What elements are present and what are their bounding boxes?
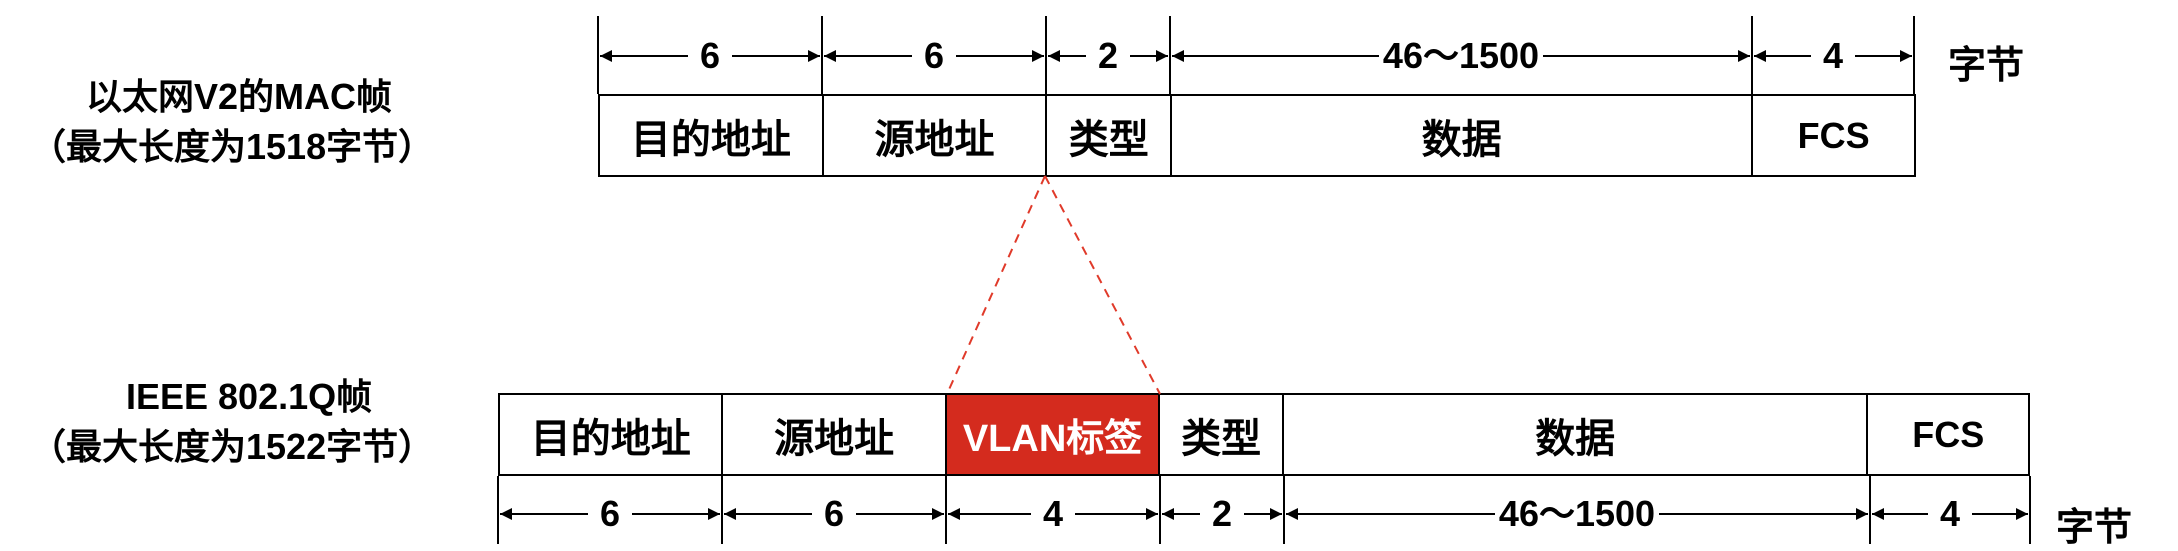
dimension-lines: 6 6 2 46～1500 4 6 6 4 2 46～1500 4 [497,16,2031,544]
frame2-size-label-1: 6 [824,493,844,534]
frame1-size-label-1: 6 [924,35,944,76]
frame2-size-label-0: 6 [600,493,620,534]
frame2-size-label-3: 2 [1212,493,1232,534]
frame1-size-label-0: 6 [700,35,720,76]
frame1-size-label-3: 46～1500 [1383,35,1539,76]
vlan-insert-connector [946,175,1161,395]
frame2-size-label-2: 4 [1043,493,1063,534]
frame1-size-label-4: 4 [1823,35,1843,76]
frame1-dimensions: 6 6 2 46～1500 4 [597,16,1915,94]
frame2-size-label-5: 4 [1940,493,1960,534]
connector-right [1044,175,1161,395]
frame2-size-label-4: 46～1500 [1499,493,1655,534]
connector-left [946,175,1046,395]
frame1-size-label-2: 2 [1098,35,1118,76]
frame2-dimensions: 6 6 4 2 46～1500 4 [497,476,2031,544]
